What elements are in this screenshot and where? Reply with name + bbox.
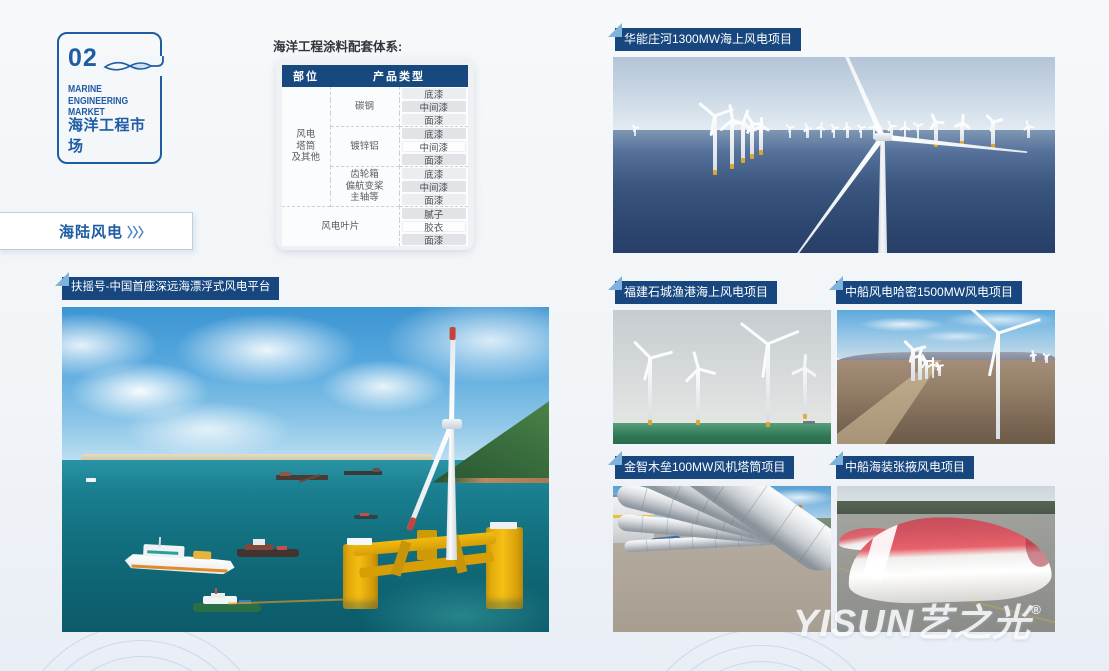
section-title-zh: 海洋工程市场 bbox=[68, 114, 160, 156]
cell-product: 中间漆 bbox=[402, 101, 467, 112]
photo-label-hami: 中船风电哈密1500MW风电项目 bbox=[836, 281, 1022, 304]
floating-platform bbox=[335, 489, 540, 626]
cell-part-tower-group: 风电 塔筒 及其他 bbox=[282, 87, 330, 207]
cell-product: 面漆 bbox=[402, 194, 467, 205]
cell-product: 中间漆 bbox=[402, 141, 467, 152]
photo-label-fuyao: 扶摇号-中国首座深远海漂浮式风电平台 bbox=[62, 277, 279, 300]
sea bbox=[613, 423, 831, 444]
coating-table-title: 海洋工程涂料配套体系: bbox=[273, 36, 402, 55]
cell-material-carbon-steel: 碳钢 bbox=[330, 87, 399, 127]
ship bbox=[86, 478, 96, 482]
brand-watermark: YISUN艺之光® bbox=[793, 592, 1042, 647]
column-header-product-type: 产品类型 bbox=[330, 65, 468, 87]
registered-mark: ® bbox=[1031, 602, 1042, 617]
cell-material-galvanized-aluminum: 镀锌铝 bbox=[330, 127, 399, 167]
blade-red-tip bbox=[450, 327, 456, 340]
cell-product: 腻子 bbox=[402, 208, 467, 219]
column-header-part: 部位 bbox=[282, 65, 330, 87]
cell-product: 面漆 bbox=[402, 114, 467, 125]
photo-label-jinzhi: 金智木垒100MW风机塔筒项目 bbox=[615, 456, 794, 479]
photo-floating-platform: 中国海装 bbox=[62, 307, 549, 632]
cargo-ship bbox=[344, 468, 382, 475]
brochure-page: 02 MARINE ENGINEERING MARKET 海洋工程市场 海陆风电… bbox=[0, 0, 1109, 671]
coating-table-card: 部位 产品类型 风电 塔筒 及其他 碳钢 底漆 中间漆 面漆 镀锌铝 底漆 中间… bbox=[276, 58, 474, 250]
ship bbox=[803, 421, 815, 424]
photo-hami-wind-farm bbox=[837, 310, 1055, 444]
photo-label-fujian: 福建石城渔港海上风电项目 bbox=[615, 281, 777, 304]
cell-material-gearbox: 齿轮箱 偏航变桨 主轴等 bbox=[330, 167, 399, 207]
cell-part-blade: 风电叶片 bbox=[282, 207, 399, 247]
cell-product: 底漆 bbox=[402, 168, 467, 179]
category-tab-wind-power: 海陆风电 〉〉〉 bbox=[0, 212, 193, 250]
cell-product: 面漆 bbox=[402, 234, 467, 245]
chevron-right-icon: 〉〉〉 bbox=[127, 222, 150, 241]
photo-label-zhangye: 中船海装张掖风电项目 bbox=[836, 456, 974, 479]
cell-product: 中间漆 bbox=[402, 181, 467, 192]
cell-product: 面漆 bbox=[402, 154, 467, 165]
cell-product: 胶衣 bbox=[402, 221, 467, 232]
cell-product: 底漆 bbox=[402, 88, 467, 99]
photo-label-huaneng: 华能庄河1300MW海上风电项目 bbox=[615, 28, 801, 51]
clouds bbox=[62, 307, 549, 460]
cell-product: 底漆 bbox=[402, 128, 467, 139]
coating-table: 部位 产品类型 风电 塔筒 及其他 碳钢 底漆 中间漆 面漆 镀锌铝 底漆 中间… bbox=[282, 65, 468, 246]
category-tab-label: 海陆风电 bbox=[59, 221, 123, 242]
propeller-lens-icon bbox=[103, 56, 165, 76]
research-vessel bbox=[124, 535, 236, 581]
dredger-ship bbox=[276, 471, 328, 480]
photo-fujian-wind-farm bbox=[613, 310, 831, 444]
tugboat bbox=[237, 539, 299, 557]
section-number: 02 bbox=[68, 44, 98, 73]
section-badge: 02 MARINE ENGINEERING MARKET 海洋工程市场 bbox=[57, 32, 162, 164]
clouds bbox=[837, 310, 1055, 358]
photo-offshore-wind-farm bbox=[613, 57, 1055, 253]
mountain-shore bbox=[442, 478, 549, 483]
